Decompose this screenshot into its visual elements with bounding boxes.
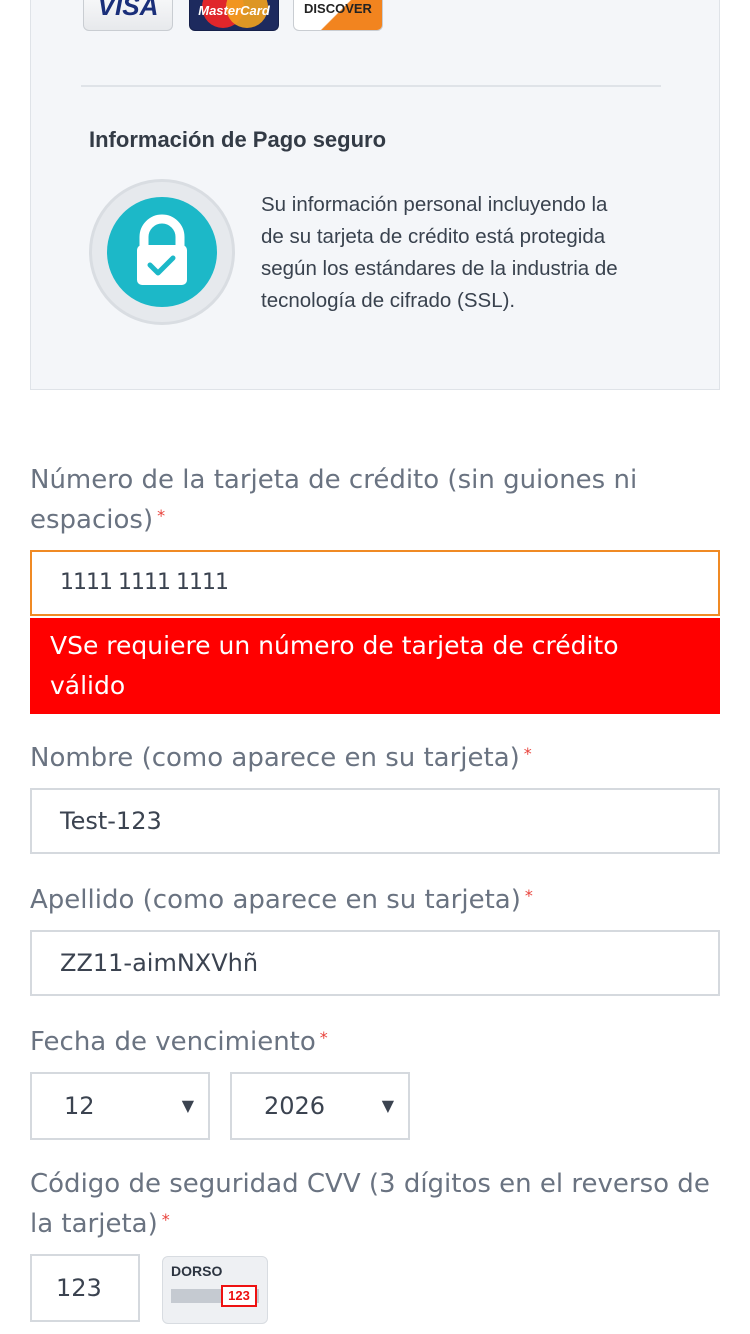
last-name-input[interactable]: ZZ11-aimNXVhñ: [30, 930, 720, 996]
last-name-label-text: Apellido (como aparece en su tarjeta): [30, 885, 521, 915]
chevron-down-icon: ▼: [181, 1096, 194, 1115]
cvv-label-text: Código de seguridad CVV (3 dígitos en el…: [30, 1169, 710, 1239]
visa-logo: VISA: [83, 0, 173, 31]
expiry-month-select[interactable]: 12 ▼: [30, 1072, 210, 1140]
card-number-error: VSe requiere un número de tarjeta de cré…: [30, 618, 720, 714]
cvv-hint-title: DORSO: [171, 1263, 223, 1279]
mastercard-logo-text: MasterCard: [198, 3, 270, 18]
card-number-value: 1111 1111 1111: [60, 570, 229, 595]
last-name-value: ZZ11-aimNXVhñ: [60, 949, 259, 977]
secure-info-title: Información de Pago seguro: [89, 127, 387, 152]
first-name-value: Test-123: [60, 807, 162, 835]
visa-logo-text: VISA: [97, 0, 159, 21]
card-number-label: Número de la tarjeta de crédito (sin gui…: [30, 460, 720, 540]
cvv-value: 123: [56, 1274, 102, 1302]
secure-info-line: tecnología de cifrado (SSL).: [261, 289, 516, 312]
last-name-label: Apellido (como aparece en su tarjeta) *: [30, 880, 720, 920]
card-number-label-text: Número de la tarjeta de crédito (sin gui…: [30, 465, 638, 535]
cvv-hint-card-icon: DORSO 123: [162, 1256, 268, 1324]
divider: [81, 85, 661, 87]
first-name-label-text: Nombre (como aparece en su tarjeta): [30, 743, 520, 773]
secure-info-line: Su información personal incluyendo la: [261, 193, 608, 216]
mastercard-logo: MasterCard: [189, 0, 279, 31]
card-number-input[interactable]: 1111 1111 1111: [30, 550, 720, 616]
required-mark: *: [319, 1028, 328, 1047]
secure-info-line: de su tarjeta de crédito está protegida: [261, 225, 606, 248]
secure-info-text: Su información personal incluyendo la de…: [261, 189, 691, 317]
chevron-down-icon: ▼: [381, 1096, 394, 1115]
cvv-hint-code: 123: [221, 1285, 257, 1307]
required-mark: *: [523, 744, 532, 763]
required-mark: *: [161, 1210, 170, 1229]
required-mark: *: [157, 506, 166, 525]
expiry-label: Fecha de vencimiento *: [30, 1022, 720, 1062]
expiry-label-text: Fecha de vencimiento: [30, 1027, 316, 1057]
discover-logo-text: DISCOVER: [304, 1, 372, 16]
discover-logo: DISCOVER: [293, 0, 383, 31]
secure-info-line: según los estándares de la industria de: [261, 257, 618, 280]
first-name-label: Nombre (como aparece en su tarjeta) *: [30, 738, 720, 778]
first-name-input[interactable]: Test-123: [30, 788, 720, 854]
cvv-input[interactable]: 123: [30, 1254, 140, 1322]
required-mark: *: [524, 886, 533, 905]
expiry-month-value: 12: [64, 1092, 95, 1120]
expiry-year-value: 2026: [264, 1092, 326, 1120]
cvv-label: Código de seguridad CVV (3 dígitos en el…: [30, 1164, 720, 1244]
expiry-year-select[interactable]: 2026 ▼: [230, 1072, 410, 1140]
secure-payment-panel: VISA MasterCard DISCOVER Información de …: [30, 0, 720, 390]
lock-check-icon: [89, 179, 235, 325]
